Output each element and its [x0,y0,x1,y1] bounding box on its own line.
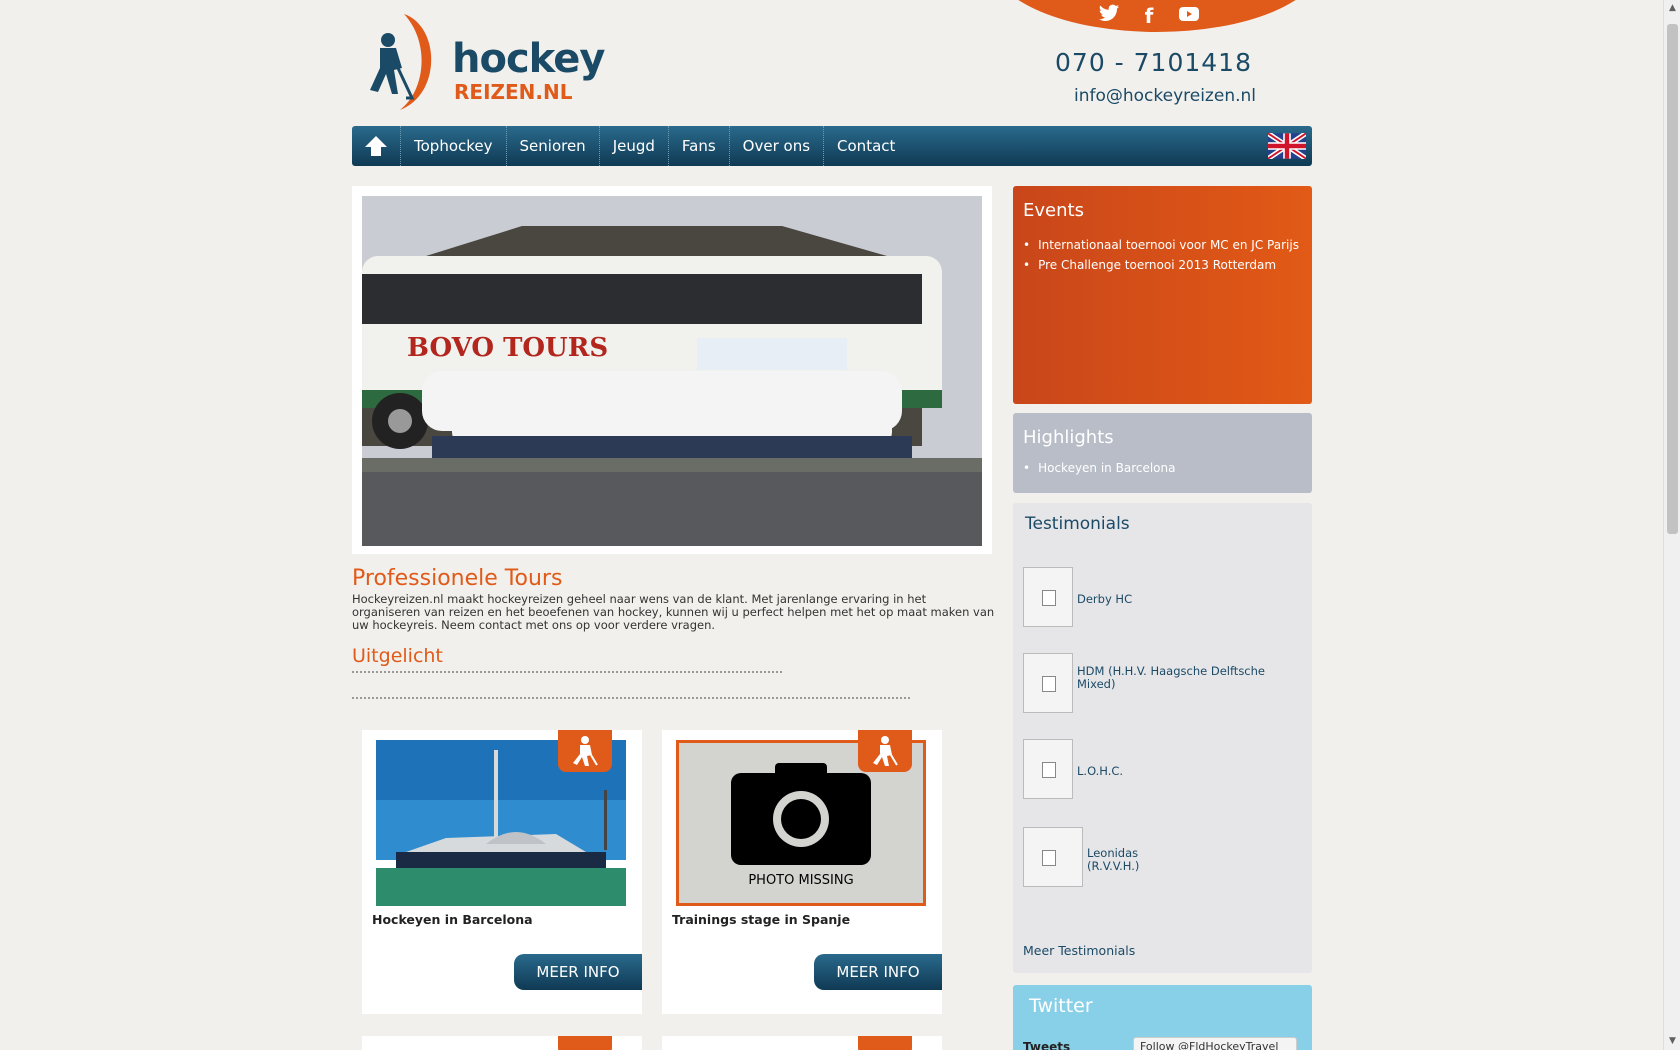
testimonial-name[interactable]: Derby HC [1077,593,1132,606]
featured-card[interactable] [662,1036,942,1050]
more-testimonials-link[interactable]: Meer Testimonials [1023,943,1135,958]
meer-info-button[interactable]: MEER INFO [514,954,642,990]
testimonial-name[interactable]: Leonidas (R.V.V.H.) [1087,847,1157,873]
social-icons: f [1098,4,1200,29]
page: f hockey REIZEN.NL 070 - 7101418 info@ho… [352,0,1322,1050]
meer-info-button[interactable]: MEER INFO [814,954,942,990]
email-link[interactable]: info@hockeyreizen.nl [1074,86,1256,106]
card-caption[interactable]: Hockeyen in Barcelona [372,912,533,927]
twitter-title: Twitter [1029,995,1093,1017]
events-title: Events [1023,200,1084,221]
testimonials-panel: Testimonials Derby HC HDM (H.H.V. Haagsc… [1013,503,1312,973]
featured-card[interactable]: Hockeyen in Barcelona MEER INFO [362,730,642,1014]
events-list: Internationaal toernooi voor MC en JC Pa… [1023,238,1299,278]
hockey-player-logo-icon [370,14,432,110]
divider [352,697,910,699]
testimonial-image [1023,739,1073,799]
testimonial-item[interactable]: Leonidas (R.V.V.H.) [1023,827,1303,887]
scrollbar[interactable]: ▲ ▼ [1663,0,1680,1050]
section-title-uitgelicht: Uitgelicht [352,645,443,667]
hockey-badge [558,1036,612,1050]
testimonial-item[interactable]: L.O.H.C. [1023,739,1303,799]
testimonial-name[interactable]: HDM (H.H.V. Haagsche Delftsche Mixed) [1077,665,1287,691]
featured-card[interactable] [362,1036,642,1050]
logo-sub: REIZEN.NL [454,80,573,104]
divider [352,671,782,673]
main-nav: Tophockey Senioren Jeugd Fans Over ons C… [352,126,1312,166]
testimonial-image [1023,827,1083,887]
hockey-player-icon [573,736,598,766]
tweets-label: Tweets [1023,1040,1071,1050]
hockey-badge [858,730,912,772]
hero-photo: BOVO TOURS [362,196,982,546]
nav-item-jeugd[interactable]: Jeugd [598,126,668,166]
nav-item-senioren[interactable]: Senioren [505,126,599,166]
intro-text: Hockeyreizen.nl maakt hockeyreizen gehee… [352,592,995,632]
featured-card[interactable]: PHOTO MISSING Trainings stage in Spanje … [662,730,942,1014]
facebook-icon[interactable]: f [1138,4,1160,29]
testimonial-item[interactable]: HDM (H.H.V. Haagsche Delftsche Mixed) [1023,653,1303,713]
twitter-icon[interactable] [1098,4,1120,29]
page-title: Professionele Tours [352,566,563,591]
testimonials-title: Testimonials [1025,514,1130,534]
twitter-panel: Twitter Tweets Follow @FldHockeyTravel [1013,985,1312,1050]
events-panel: Events Internationaal toernooi voor MC e… [1013,186,1312,404]
testimonial-name[interactable]: L.O.H.C. [1077,765,1123,778]
highlights-title: Highlights [1023,427,1114,448]
uk-flag-icon[interactable] [1268,133,1306,159]
card-caption[interactable]: Trainings stage in Spanje [672,912,850,927]
hockey-badge [858,1036,912,1050]
phone-number: 070 - 7101418 [1055,48,1252,77]
highlight-item[interactable]: Hockeyen in Barcelona [1023,461,1175,475]
hockey-badge [558,730,612,772]
nav-item-tophockey[interactable]: Tophockey [400,126,506,166]
photo-missing-label: PHOTO MISSING [748,873,853,888]
highlights-list: Hockeyen in Barcelona [1023,461,1175,481]
home-button[interactable] [352,126,400,166]
youtube-icon[interactable] [1178,4,1200,29]
testimonial-item[interactable]: Derby HC [1023,567,1303,627]
testimonial-image [1023,567,1073,627]
twitter-follow-button[interactable]: Follow @FldHockeyTravel [1133,1037,1297,1050]
highlights-panel: Highlights Hockeyen in Barcelona [1013,413,1312,493]
bus-brand-text: BOVO TOURS [407,333,608,363]
hero-panel: BOVO TOURS [352,186,992,554]
scroll-down-icon[interactable]: ▼ [1664,1033,1680,1050]
event-item[interactable]: Internationaal toernooi voor MC en JC Pa… [1023,238,1299,252]
nav-item-contact[interactable]: Contact [823,126,908,166]
scrollbar-thumb[interactable] [1667,24,1678,534]
scroll-up-icon[interactable]: ▲ [1664,0,1680,17]
nav-item-over-ons[interactable]: Over ons [728,126,823,166]
hockey-player-icon [873,736,898,766]
home-arrow-icon [365,136,387,156]
event-item[interactable]: Pre Challenge toernooi 2013 Rotterdam [1023,258,1299,272]
nav-item-fans[interactable]: Fans [667,126,729,166]
site-logo[interactable]: hockey REIZEN.NL [360,12,605,112]
testimonial-image [1023,653,1073,713]
logo-word: hockey [452,36,605,82]
